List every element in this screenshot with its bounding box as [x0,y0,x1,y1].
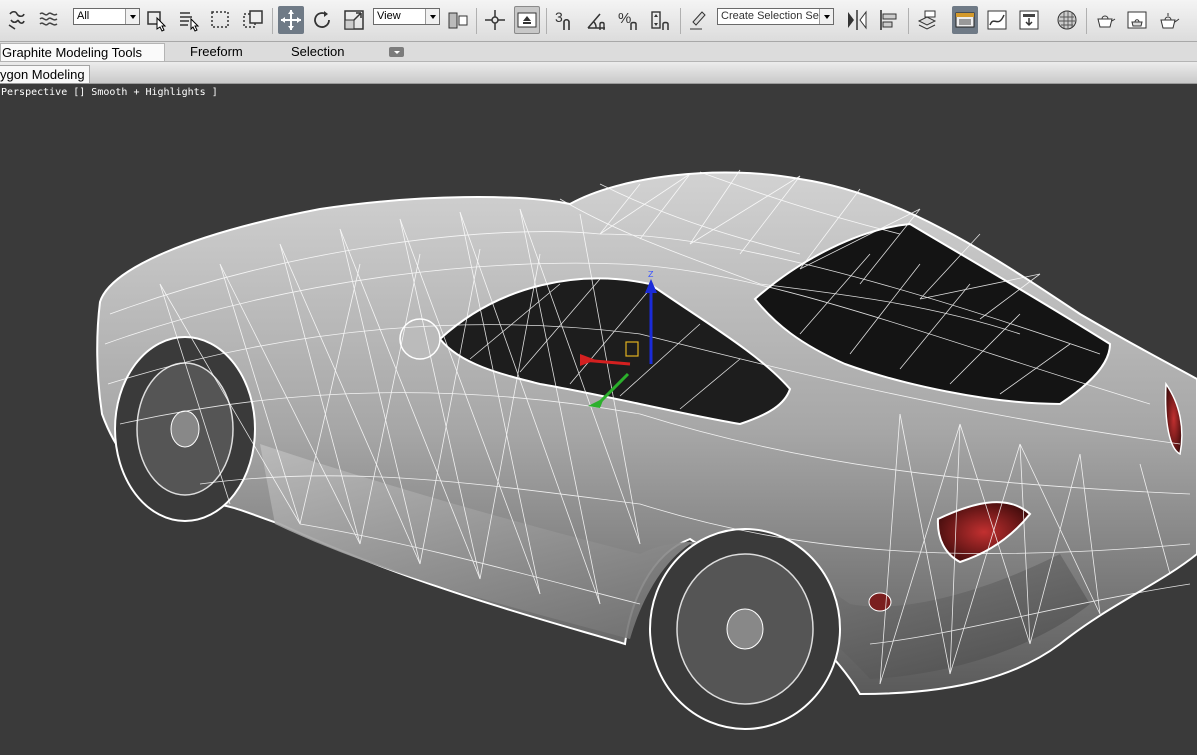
rect-selection-region-icon[interactable] [208,6,234,34]
main-toolbar: All View 3 % Create Selection Se [0,0,1197,42]
select-and-move-icon[interactable] [278,6,304,34]
layer-manager-icon[interactable] [914,6,940,34]
render-production-icon[interactable] [1156,6,1182,34]
tab-freeform[interactable]: Freeform [190,43,243,61]
viewport-label[interactable]: Perspective [] Smooth + Highlights ] [1,87,218,98]
align-icon[interactable] [876,6,902,34]
chevron-down-icon [819,9,833,24]
mirror-icon[interactable] [844,6,870,34]
chevron-down-icon [425,9,439,24]
toolbar-separator [476,8,477,34]
link-icon[interactable] [4,6,30,34]
ribbon-tab-bar: Graphite Modeling Tools Freeform Selecti… [0,42,1197,62]
select-and-rotate-icon[interactable] [309,6,335,34]
snaps-toggle-icon[interactable]: 3 [552,6,578,34]
rendered-frame-icon[interactable] [1124,6,1150,34]
selection-filter-value: All [77,10,90,22]
ribbon-options-button[interactable] [389,47,404,57]
keyboard-shortcut-override-icon[interactable] [514,6,540,34]
select-object-icon[interactable] [144,6,170,34]
reference-coordinate-value: View [377,10,401,22]
selection-filter-dropdown[interactable]: All [73,8,140,25]
pivot-center-icon[interactable] [445,6,471,34]
named-selection-sets-dropdown[interactable]: Create Selection Se [717,8,834,25]
select-by-name-icon[interactable] [176,6,202,34]
snaps-toggle-number: 3 [555,9,563,25]
curve-editor-icon[interactable] [984,6,1010,34]
spinner-snap-icon[interactable] [648,6,674,34]
tab-graphite-modeling-tools[interactable]: Graphite Modeling Tools [0,43,165,61]
edit-named-selection-icon[interactable] [686,6,712,34]
rear-reflector [868,592,892,612]
panel-polygon-modeling[interactable]: ygon Modeling [0,65,90,83]
unlink-icon[interactable] [36,6,62,34]
select-and-manipulate-icon[interactable] [482,6,508,34]
ribbon-panel-bar: ygon Modeling [0,62,1197,84]
percent-snap-icon[interactable]: % [616,6,642,34]
chevron-down-icon [125,9,139,24]
select-and-scale-icon[interactable] [341,6,367,34]
gizmo-z-label: Z [648,270,654,279]
toolbar-separator [908,8,909,34]
material-editor-icon[interactable] [1054,6,1080,34]
named-selection-sets-value: Create Selection Se [721,10,819,22]
window-crossing-icon[interactable] [240,6,266,34]
toolbar-separator [546,8,547,34]
toolbar-separator [272,8,273,34]
angle-snap-icon[interactable] [584,6,610,34]
render-setup-icon[interactable] [1092,6,1118,34]
tab-selection[interactable]: Selection [291,43,344,61]
rear-left-wheel [114,336,256,522]
toolbar-separator [1086,8,1087,34]
perspective-viewport[interactable]: Perspective [] Smooth + Highlights ] Z [0,84,1197,755]
graphite-tools-icon[interactable] [952,6,978,34]
reference-coordinate-dropdown[interactable]: View [373,8,440,25]
car-wireframe: Z [96,169,1197,730]
rear-right-wheel [649,528,841,730]
percent-snap-symbol: % [618,10,631,27]
toolbar-separator [680,8,681,34]
schematic-view-icon[interactable] [1016,6,1042,34]
side-mirror [399,318,441,360]
